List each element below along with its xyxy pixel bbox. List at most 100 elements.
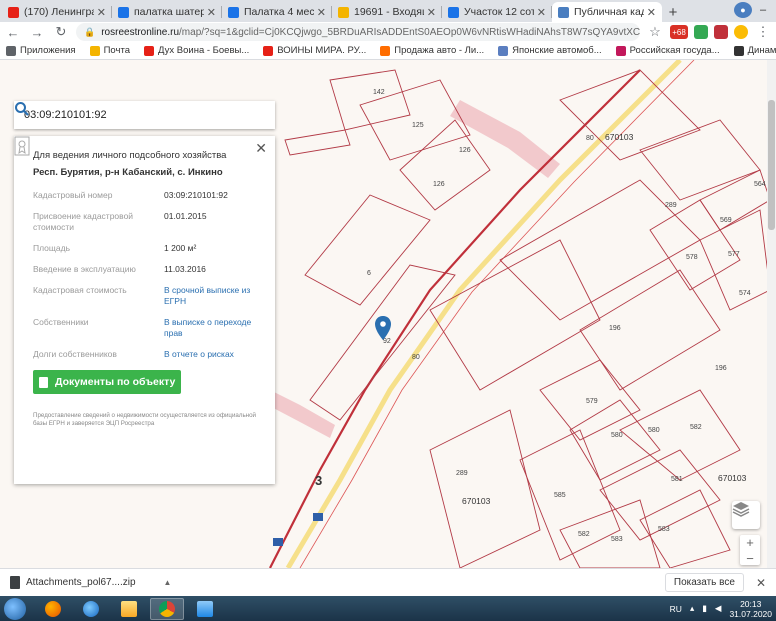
layers-button[interactable]: [732, 501, 760, 529]
network-icon[interactable]: ▮: [702, 603, 707, 614]
bookmark-icon: [263, 45, 274, 56]
clock-time: 20:13: [740, 598, 762, 609]
volume-icon[interactable]: ◀: [715, 603, 722, 614]
firefox-taskbar-icon[interactable]: [36, 598, 70, 620]
new-tab-button[interactable]: +: [662, 2, 684, 22]
bookmark-label: Российская госуда...: [629, 45, 720, 56]
ie-taskbar-icon[interactable]: [74, 598, 108, 620]
bookmark-item[interactable]: Японские автомоб...: [498, 45, 602, 56]
star-icon[interactable]: ☆: [646, 24, 664, 40]
field-value: 11.03.2016: [164, 264, 206, 274]
field-value[interactable]: В отчете о рисках: [164, 349, 257, 360]
bookmark-label: Японские автомоб...: [512, 45, 602, 56]
search-icon[interactable]: [14, 101, 30, 117]
search-input[interactable]: 03:09:210101:92: [24, 109, 265, 121]
bookmark-item[interactable]: Российская госуда...: [615, 45, 720, 56]
extension-badge[interactable]: +68: [670, 25, 688, 39]
download-filename: Attachments_pol67....zip: [26, 577, 136, 588]
explorer-taskbar-icon[interactable]: [112, 598, 146, 620]
tab-favicon-icon: [8, 6, 19, 18]
parcel-label: 579: [586, 398, 598, 405]
download-item[interactable]: Attachments_pol67....zip ▲: [10, 576, 171, 589]
documents-button[interactable]: Документы по объекту: [33, 370, 181, 394]
start-button[interactable]: [4, 597, 26, 620]
bookmark-item[interactable]: Приложения: [6, 45, 76, 56]
scrollbar-thumb[interactable]: [768, 100, 775, 230]
parcel-labels: 142 125 126 126 80 670103 289 564 569 578 577 574 6 9…: [274, 89, 766, 547]
reload-icon[interactable]: ↻: [52, 24, 70, 40]
show-all-button[interactable]: Показать все: [664, 573, 744, 592]
cadastral-search[interactable]: 03:09:210101:92: [14, 101, 275, 129]
cadastral-map[interactable]: 142 125 126 126 80 670103 289 564 569 578 577 574 6 9…: [0, 60, 776, 568]
bookmark-item[interactable]: Динамика курса се...: [733, 45, 776, 56]
close-tab-icon[interactable]: ✕: [207, 6, 216, 19]
field-label: Введение в эксплуатацию: [33, 264, 136, 274]
parcel-label: 580: [648, 427, 660, 434]
egrn-note: Предоставление сведений о недвижимости о…: [14, 136, 257, 428]
profile-icon[interactable]: ●: [734, 2, 752, 18]
back-icon[interactable]: ←: [4, 25, 22, 40]
browser-toolbar: ← → ↻ 🔒 rosreestronline.ru /map/?sq=1&gc…: [0, 22, 776, 42]
bookmark-item[interactable]: Дух Воина - Боевы...: [143, 45, 250, 56]
parcel-label: 125: [412, 122, 424, 129]
parcel-field-row: Долги собственников В отчете о рисках: [33, 349, 257, 360]
clock-date: 31.07.2020: [729, 608, 772, 619]
field-label: Кадастровый номер: [33, 190, 113, 200]
zoom-out-button[interactable]: −: [740, 551, 760, 567]
close-tab-icon[interactable]: ✕: [97, 6, 106, 19]
extension-icon[interactable]: [694, 25, 708, 39]
tray-arrow-icon[interactable]: ▴: [690, 603, 694, 614]
close-tab-icon[interactable]: ✕: [427, 6, 436, 19]
parcel-label: 585: [554, 492, 566, 499]
browser-tab[interactable]: Участок 12 сот. (ИЖС✕: [442, 2, 552, 22]
close-tab-icon[interactable]: ✕: [647, 6, 656, 19]
browser-tab[interactable]: 19691 - Входящие - ✕: [332, 2, 442, 22]
url-path: /map/?sq=1&gclid=Cj0KCQjwgo_5BRDuARIsADD…: [179, 26, 640, 38]
windows-taskbar: RU ▴ ▮ ◀ 20:13 31.07.2020: [0, 596, 776, 621]
parcel-label: 196: [715, 365, 727, 372]
browser-tab[interactable]: Палатка 4 местная, г✕: [222, 2, 332, 22]
field-value[interactable]: В срочной выписке из ЕГРН: [164, 285, 257, 307]
parcel-field-row: Собственники В выписке о переходе прав: [33, 317, 257, 339]
clock[interactable]: 20:13 31.07.2020: [729, 599, 772, 619]
document-icon: [39, 376, 48, 388]
page-scrollbar[interactable]: [767, 60, 776, 568]
location-pin-icon[interactable]: [375, 316, 391, 340]
field-value[interactable]: В выписке о переходе прав: [164, 317, 257, 339]
bookmark-item[interactable]: Почта: [89, 45, 130, 56]
browser-tab[interactable]: (170) Ленинград✕: [2, 2, 112, 22]
forward-icon[interactable]: →: [28, 25, 46, 40]
avatar[interactable]: [734, 25, 748, 39]
layers-icon: [732, 502, 750, 517]
bookmark-item[interactable]: ВОИНЫ МИРА. РУ...: [263, 45, 366, 56]
close-icon[interactable]: ✕: [756, 576, 766, 590]
browser-tab[interactable]: Публичная кадастро✕: [552, 2, 662, 22]
zoom-in-button[interactable]: +: [740, 535, 760, 551]
browser-tab[interactable]: палатка шатер - Тох✕: [112, 2, 222, 22]
bookmark-icon: [615, 45, 626, 56]
bookmark-label: Дух Воина - Боевы...: [157, 45, 250, 56]
extension-icon[interactable]: [714, 25, 728, 39]
language-indicator[interactable]: RU: [670, 604, 682, 614]
field-label: Долги собственников: [33, 349, 117, 359]
close-icon[interactable]: ✕: [255, 140, 267, 157]
parcel-label: 583: [658, 526, 670, 533]
minimize-icon[interactable]: –: [754, 2, 772, 18]
chevron-up-icon[interactable]: ▲: [164, 578, 172, 587]
app-taskbar-icon[interactable]: [188, 598, 222, 620]
close-tab-icon[interactable]: ✕: [317, 6, 326, 19]
parcel-label: 582: [690, 424, 702, 431]
chrome-taskbar-icon[interactable]: [150, 597, 184, 620]
menu-icon[interactable]: ⋮: [754, 24, 772, 40]
bookmark-icon: [380, 45, 391, 56]
address-bar[interactable]: 🔒 rosreestronline.ru /map/?sq=1&gclid=Cj…: [76, 23, 640, 41]
road-shield-icon: [313, 513, 323, 521]
parcel-address: Респ. Бурятия, р-н Кабанский, с. Инкино: [33, 167, 223, 178]
bookmark-label: Приложения: [20, 45, 76, 56]
parcel-label: 289: [456, 470, 468, 477]
field-value: 03:09:210101:92: [164, 190, 228, 200]
parcel-label: 582: [578, 531, 590, 538]
close-tab-icon[interactable]: ✕: [537, 6, 546, 19]
bookmark-item[interactable]: Продажа авто - Ли...: [380, 45, 484, 56]
parcel-label: 80: [412, 354, 420, 361]
